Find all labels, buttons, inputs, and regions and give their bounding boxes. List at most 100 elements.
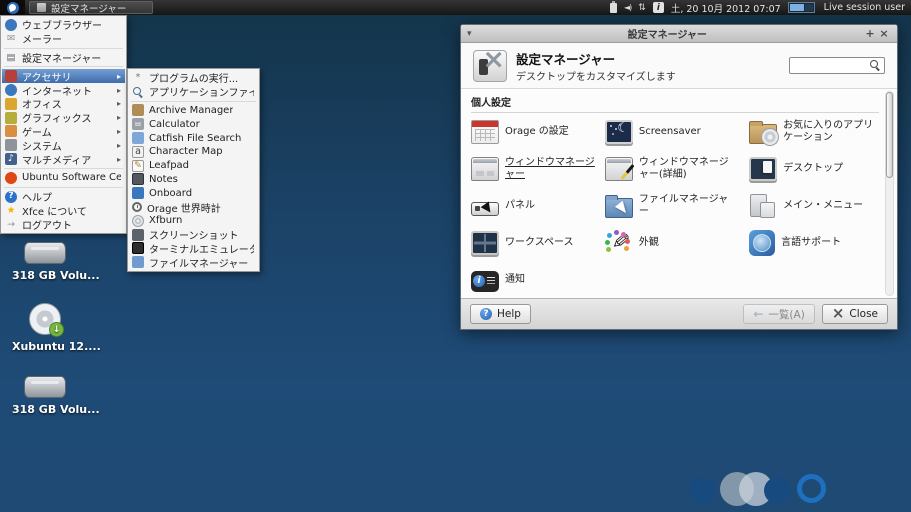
wallpaper-circle <box>764 477 791 504</box>
workspace-inactive[interactable] <box>805 4 813 11</box>
accessories-submenu: * プログラムの実行... アプリケーションファインダー Archive Man… <box>127 68 260 272</box>
tile-label: メイン・メニュー <box>783 200 863 212</box>
menu-item-help[interactable]: ? ヘルプ <box>2 190 125 204</box>
submenu-item-screenshot[interactable]: スクリーンショット <box>129 228 258 242</box>
maximize-button[interactable] <box>863 27 877 40</box>
settings-tile-desktop[interactable]: デスクトップ <box>749 154 879 184</box>
menu-item-label: システム <box>22 138 62 152</box>
battery-icon[interactable] <box>610 3 617 13</box>
applications-menu: ウェブブラウザー ✉ メーラー ▤ 設定マネージャー アクセサリ インターネット… <box>0 15 127 234</box>
menu-item-games[interactable]: ゲーム <box>2 125 125 139</box>
search-icon[interactable] <box>870 60 881 71</box>
scrollbar-thumb[interactable] <box>886 92 893 178</box>
menu-item-multimedia[interactable]: ♪ マルチメディア <box>2 152 125 166</box>
settings-tile-window-manager[interactable]: ウィンドウマネージャー <box>471 154 601 184</box>
menu-item-system[interactable]: システム <box>2 138 125 152</box>
settings-tile-file-manager[interactable]: ファイルマネージャー <box>605 191 745 221</box>
menu-item-label: メーラー <box>22 32 62 46</box>
system-tray: i 土, 20 10月 2012 07:07 Live session user <box>610 1 905 15</box>
settings-tile-window-manager-tweaks[interactable]: ウィンドウマネージャー(詳細) <box>605 154 745 184</box>
settings-manager-window: 設定マネージャー 設定マネージャー デスクトップをカスタマイズします 個人設定 … <box>460 24 898 330</box>
settings-tile-main-menu[interactable]: メイン・メニュー <box>749 191 879 221</box>
menu-item-icon: ★ <box>5 204 17 216</box>
window-titlebar[interactable]: 設定マネージャー <box>461 25 897 43</box>
settings-tile-favorites[interactable]: お気に入りのアプリケーション <box>749 117 879 147</box>
submenu-item-thunar[interactable]: ファイルマネージャー <box>129 255 258 269</box>
submenu-item-label: Calculator <box>149 119 200 130</box>
submenu-item-icon <box>132 215 144 227</box>
tile-label: 言語サポート <box>781 237 841 249</box>
menu-item-about-xfce[interactable]: ★ Xfce について <box>2 204 125 218</box>
menu-item-label: ヘルプ <box>22 190 52 204</box>
submenu-item-run[interactable]: * プログラムの実行... <box>129 71 258 85</box>
menu-item-internet[interactable]: インターネット <box>2 83 125 97</box>
scrollbar[interactable] <box>885 91 894 296</box>
menu-item-office[interactable]: オフィス <box>2 97 125 111</box>
taskbar-item-label: 設定マネージャー <box>51 1 126 14</box>
overview-button[interactable]: 一覧(A) <box>743 304 814 324</box>
settings-tile-panel[interactable]: パネル <box>471 191 601 221</box>
settings-tile-calendar[interactable]: Orage の設定 <box>471 117 601 147</box>
submenu-item-calculator[interactable]: = Calculator <box>129 117 258 131</box>
menu-item-mailer[interactable]: ✉ メーラー <box>2 32 125 46</box>
close-x-icon <box>832 308 845 321</box>
close-button[interactable] <box>877 27 891 40</box>
desktop-icon-glyph <box>24 376 66 398</box>
submenu-item-charmap[interactable]: a Character Map <box>129 145 258 159</box>
settings-tile-screensaver[interactable]: Screensaver <box>605 117 745 147</box>
volume-icon[interactable] <box>624 3 631 12</box>
taskbar-item-settings-manager[interactable]: 設定マネージャー <box>29 1 153 14</box>
settings-tile-workspaces[interactable]: ワークスペース <box>471 228 601 258</box>
tile-icon <box>471 120 499 144</box>
settings-search-input[interactable] <box>793 60 870 71</box>
submenu-item-label: Archive Manager <box>149 105 233 116</box>
submenu-item-onboard[interactable]: Onboard <box>129 186 258 200</box>
submenu-item-notes[interactable]: Notes <box>129 173 258 187</box>
menu-item-accessories[interactable]: アクセサリ <box>2 69 125 83</box>
overview-button-label: 一覧(A) <box>768 307 804 322</box>
menu-item-label: Ubuntu Software Center <box>22 172 121 183</box>
submenu-item-clock[interactable]: Orage 世界時計 <box>129 200 258 214</box>
tile-label: Orage の設定 <box>505 126 569 138</box>
workspace-switcher[interactable] <box>788 2 815 13</box>
workspace-active[interactable] <box>790 4 804 11</box>
submenu-item-icon <box>132 187 144 199</box>
settings-tile-notifications[interactable]: 通知 <box>471 265 601 295</box>
clock[interactable]: 土, 20 10月 2012 07:07 <box>671 1 781 15</box>
settings-tile-language-support[interactable]: 言語サポート <box>749 228 879 258</box>
desktop-icon-label: 318 GB Volu... <box>12 269 78 282</box>
applications-menu-button[interactable] <box>0 0 25 15</box>
menu-item-graphics[interactable]: グラフィックス <box>2 111 125 125</box>
close-button-label: Close <box>849 308 878 320</box>
network-icon[interactable] <box>638 3 646 13</box>
submenu-item-archive[interactable]: Archive Manager <box>129 104 258 118</box>
submenu-item-leafpad[interactable]: ✎ Leafpad <box>129 159 258 173</box>
settings-tile-appearance[interactable]: 外観 <box>605 228 745 258</box>
submenu-item-icon <box>132 173 144 185</box>
submenu-item-icon <box>132 104 144 116</box>
help-button-label: Help <box>497 308 521 320</box>
submenu-item-terminal[interactable]: ターミナルエミュレーター <box>129 242 258 256</box>
desktop-icon-cd[interactable]: Xubuntu 12.... <box>12 303 78 353</box>
tile-icon <box>471 271 499 292</box>
menu-item-ubuntu-software-center[interactable]: Ubuntu Software Center <box>2 171 125 185</box>
notification-icon[interactable]: i <box>653 2 664 13</box>
menu-item-icon: → <box>5 218 17 230</box>
menu-item-icon <box>5 70 17 82</box>
menu-item-label: ウェブブラウザー <box>22 18 102 32</box>
close-window-button[interactable]: Close <box>822 304 888 324</box>
menu-item-logout[interactable]: → ログアウト <box>2 217 125 231</box>
submenu-item-catfish[interactable]: Catfish File Search <box>129 131 258 145</box>
settings-grid: Orage の設定 Screensaver お気に入りのアプリケーション ウィン… <box>471 117 879 295</box>
submenu-item-magnifier[interactable]: アプリケーションファインダー <box>129 85 258 99</box>
menu-separator <box>4 48 123 49</box>
menu-item-icon <box>5 98 17 110</box>
menu-item-settings-manager[interactable]: ▤ 設定マネージャー <box>2 51 125 65</box>
submenu-item-xfburn[interactable]: Xfburn <box>129 214 258 228</box>
session-user-label: Live session user <box>824 2 905 13</box>
search-box[interactable] <box>789 57 885 74</box>
desktop-icon-drive[interactable]: 318 GB Volu... <box>12 376 78 416</box>
desktop-icon-drive[interactable]: 318 GB Volu... <box>12 242 78 282</box>
menu-item-web-browser[interactable]: ウェブブラウザー <box>2 18 125 32</box>
help-button[interactable]: ? Help <box>470 304 531 324</box>
